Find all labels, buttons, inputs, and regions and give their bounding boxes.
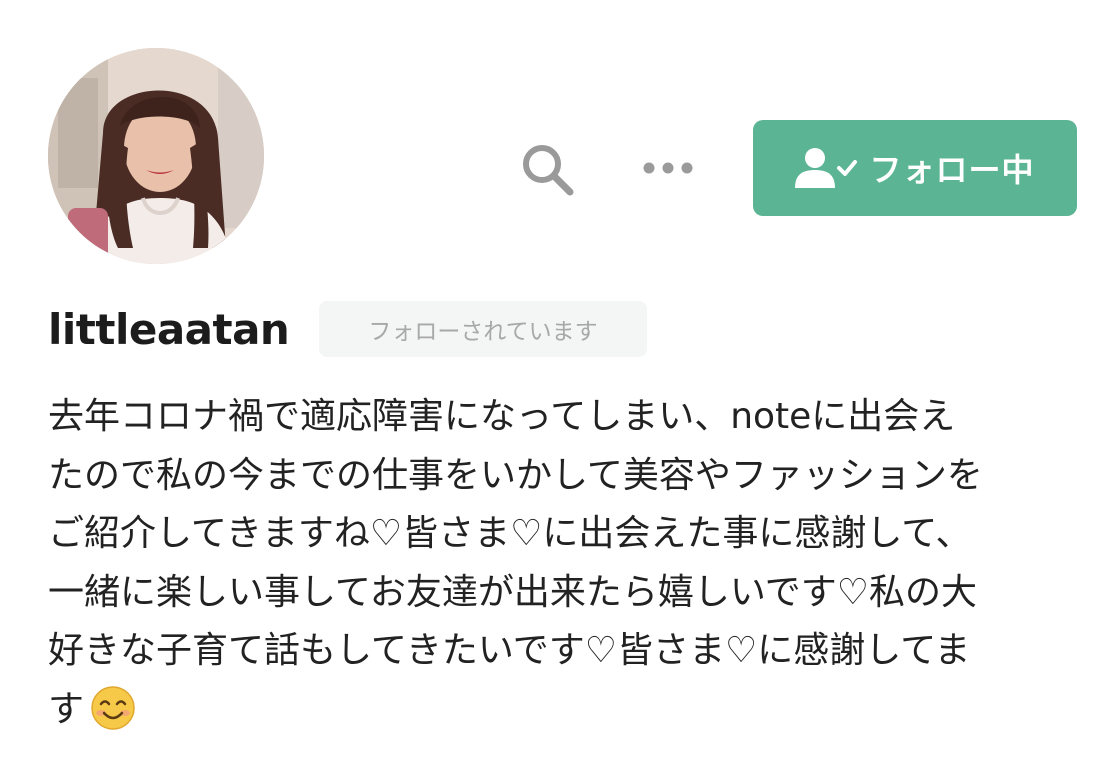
search-icon (523, 145, 574, 196)
following-button-label: フォロー中 (869, 151, 1035, 189)
user-check-icon (795, 148, 858, 188)
avatar-image (48, 48, 264, 264)
smiling-face-emoji (90, 685, 136, 750)
bio-line: 去年コロナ禍で適応障害になってしまい、noteに出会え (48, 396, 956, 437)
more-options-button[interactable] (636, 146, 700, 190)
more-horizontal-icon (643, 162, 693, 174)
search-button[interactable] (516, 138, 578, 200)
bio-line: たので私の今までの仕事をいかして美容やファッションを (48, 454, 983, 496)
bio-line-last: す (48, 681, 1078, 750)
bio-line: 好きな子育て話もしてきたいです♡皆さま♡に感謝してま (48, 630, 971, 671)
bio-line: 一緒に楽しい事してお友達が出来たら嬉しいです♡私の大 (48, 571, 978, 613)
bio-line: ご紹介してきますね♡皆さま♡に出会えた事に感謝して、 (48, 513, 972, 554)
profile-bio: 去年コロナ禍で適応障害になってしまい、noteに出会え たので私の今までの仕事を… (48, 388, 1078, 749)
avatar[interactable] (48, 48, 264, 264)
bio-line-text: す (48, 688, 85, 730)
username: littleaatan (48, 305, 290, 354)
following-button[interactable]: フォロー中 (753, 120, 1077, 216)
follows-you-badge: フォローされています (319, 301, 647, 357)
